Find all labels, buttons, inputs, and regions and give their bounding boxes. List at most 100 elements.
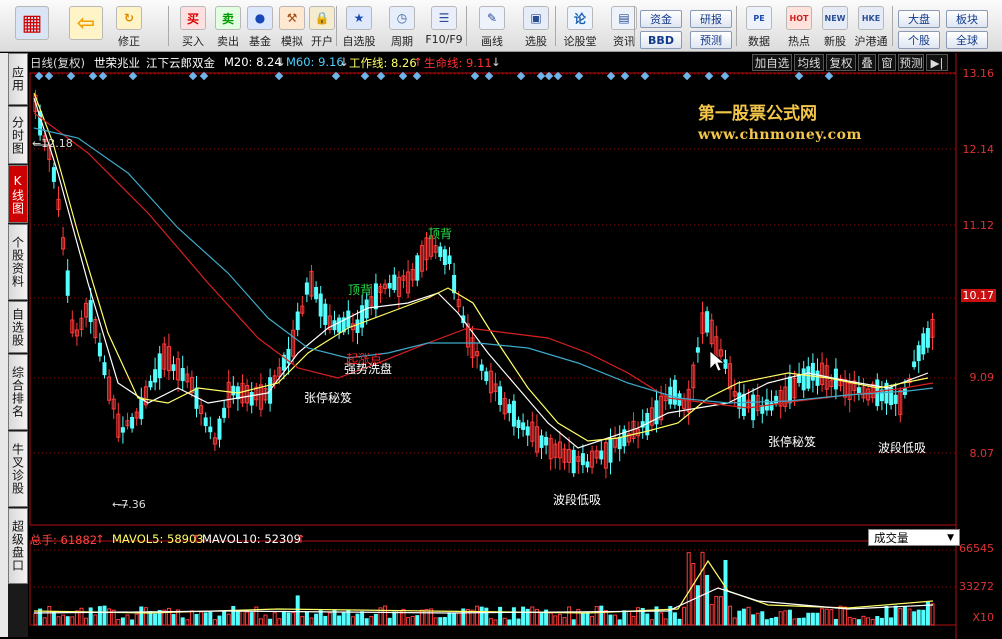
mavol10-value: MAVOL10: 52309 (202, 532, 301, 546)
volume-bar (153, 613, 158, 626)
volume-bar (530, 606, 535, 626)
volume-bar (557, 613, 562, 626)
candle-body (120, 427, 125, 433)
volume-bar (792, 618, 797, 626)
candle-body (51, 167, 56, 182)
fund-button[interactable]: ● 基金 (243, 2, 277, 50)
sidebar-tab-0[interactable]: 应用 (8, 53, 28, 105)
volume-bar (677, 618, 682, 626)
candle-body (599, 450, 604, 460)
data-button[interactable]: PE 数据 (742, 2, 776, 50)
sidebar-tab-1[interactable]: 分时图 (8, 106, 28, 164)
news-button[interactable]: ▤ 资讯 (607, 2, 641, 50)
volume-bar (488, 618, 493, 626)
back-arrow-button[interactable]: ⇦ (66, 2, 106, 50)
candle-body (249, 391, 254, 406)
volume-bar (143, 607, 148, 626)
sidebar-tab-4[interactable]: 自选股 (8, 301, 28, 353)
candle-body (153, 369, 158, 383)
data-icon: PE (746, 6, 772, 30)
volume-bar (870, 618, 875, 626)
research-report-button[interactable]: 研报 (690, 10, 732, 28)
ipo-button[interactable]: NEW 新股 (818, 2, 852, 50)
volume-bar (97, 606, 102, 626)
candle-body (346, 310, 351, 328)
volume-indicator-select[interactable]: 成交量 ▼ (868, 529, 960, 546)
global-button[interactable]: 全球 (946, 31, 988, 49)
candle-body (585, 461, 590, 468)
volume-bar (562, 617, 567, 626)
sidebar-tab-2[interactable]: K线图 (8, 165, 28, 223)
hammer-button[interactable]: ⚒ 模拟 (275, 2, 309, 50)
volume-bar (774, 616, 779, 626)
refresh-button[interactable]: ↻ 修正 (112, 2, 146, 50)
volume-bar (898, 608, 903, 626)
volume-bar (622, 610, 627, 626)
forecast-button[interactable]: 预测 (690, 31, 732, 49)
candle-body (801, 368, 806, 391)
sell-button[interactable]: 卖卖出 (211, 2, 245, 50)
pen-button[interactable]: ✎ 画线 (475, 2, 509, 50)
volume-bar (208, 611, 213, 626)
volume-bar (829, 609, 834, 626)
screen-button[interactable]: ▣ 选股 (519, 2, 553, 50)
screen-icon: ▣ (523, 6, 549, 30)
hot-button[interactable]: HOT 热点 (782, 2, 816, 50)
volume-bar (672, 612, 677, 626)
sidebar-tab-7[interactable]: 超级盘口 (8, 508, 28, 584)
clock-button[interactable]: ◷ 周期 (385, 2, 419, 50)
candle-body (787, 376, 792, 404)
volume-bar (222, 610, 227, 626)
price-axis-label: 10.17 (960, 289, 996, 302)
single-stock-button[interactable]: 个股 (898, 31, 940, 49)
sector-button[interactable]: 板块 (946, 10, 988, 28)
sidebar-tab-5[interactable]: 综合排名 (8, 354, 28, 430)
volume-bar (852, 617, 857, 626)
hk-connect-icon: HKE (858, 6, 884, 30)
toolbar-button-label: 画线 (481, 35, 503, 48)
lock-button[interactable]: 🔒 开户 (305, 2, 339, 50)
star-list-button[interactable]: ★ 自选股 (342, 2, 376, 50)
volume-bar (304, 612, 309, 626)
sidebar-tab-3[interactable]: 个股资料 (8, 224, 28, 300)
candle-body (65, 270, 70, 296)
volume-bar (746, 606, 751, 626)
candle-body (304, 282, 309, 295)
volume-bar (585, 611, 590, 626)
buy-button[interactable]: 买买入 (176, 2, 210, 50)
volume-bar (84, 617, 89, 626)
candle-body (203, 417, 208, 427)
bbd-button[interactable]: BBD (640, 31, 682, 49)
volume-bar (539, 611, 544, 626)
market-index-button[interactable]: 大盘 (898, 10, 940, 28)
volume-bar (327, 612, 332, 626)
volume-bar (171, 614, 176, 626)
fund-flow-button[interactable]: 资金 (640, 10, 682, 28)
kline-chart-panel[interactable]: 日线(复权) 世荣兆业 江下云郎双金 M20: 8.24 ↓ M60: 9.16… (28, 53, 1002, 639)
volume-bar (553, 615, 558, 626)
toolbar-button-label: 论股堂 (563, 35, 597, 48)
volume-bar (70, 616, 75, 626)
sell-icon: 卖 (215, 6, 241, 30)
volume-bar (369, 616, 374, 626)
f10-button[interactable]: ☰ F10/F9 (425, 2, 463, 50)
candle-body (360, 305, 365, 328)
volume-bar (272, 612, 277, 626)
hk-connect-button[interactable]: HKE 沪港通 (854, 2, 888, 50)
volume-bar (314, 613, 319, 626)
volume-bar (249, 612, 254, 626)
volume-bar (199, 611, 204, 626)
volume-bar (350, 616, 355, 626)
forum-button[interactable]: 论论股堂 (563, 2, 597, 50)
volume-axis-label: X10 (972, 611, 994, 624)
back-arrow-icon: ⇦ (69, 6, 103, 40)
candle-body (387, 282, 392, 289)
volume-bar (516, 618, 521, 626)
volume-bar (442, 617, 447, 626)
app-logo-button[interactable]: ▦ (12, 2, 52, 50)
volume-bar (438, 617, 443, 626)
volume-bar (406, 617, 411, 626)
toolbar-button-label: 卖出 (217, 35, 239, 48)
sidebar-tab-6[interactable]: 牛叉诊股 (8, 431, 28, 507)
volume-bar (866, 617, 871, 626)
